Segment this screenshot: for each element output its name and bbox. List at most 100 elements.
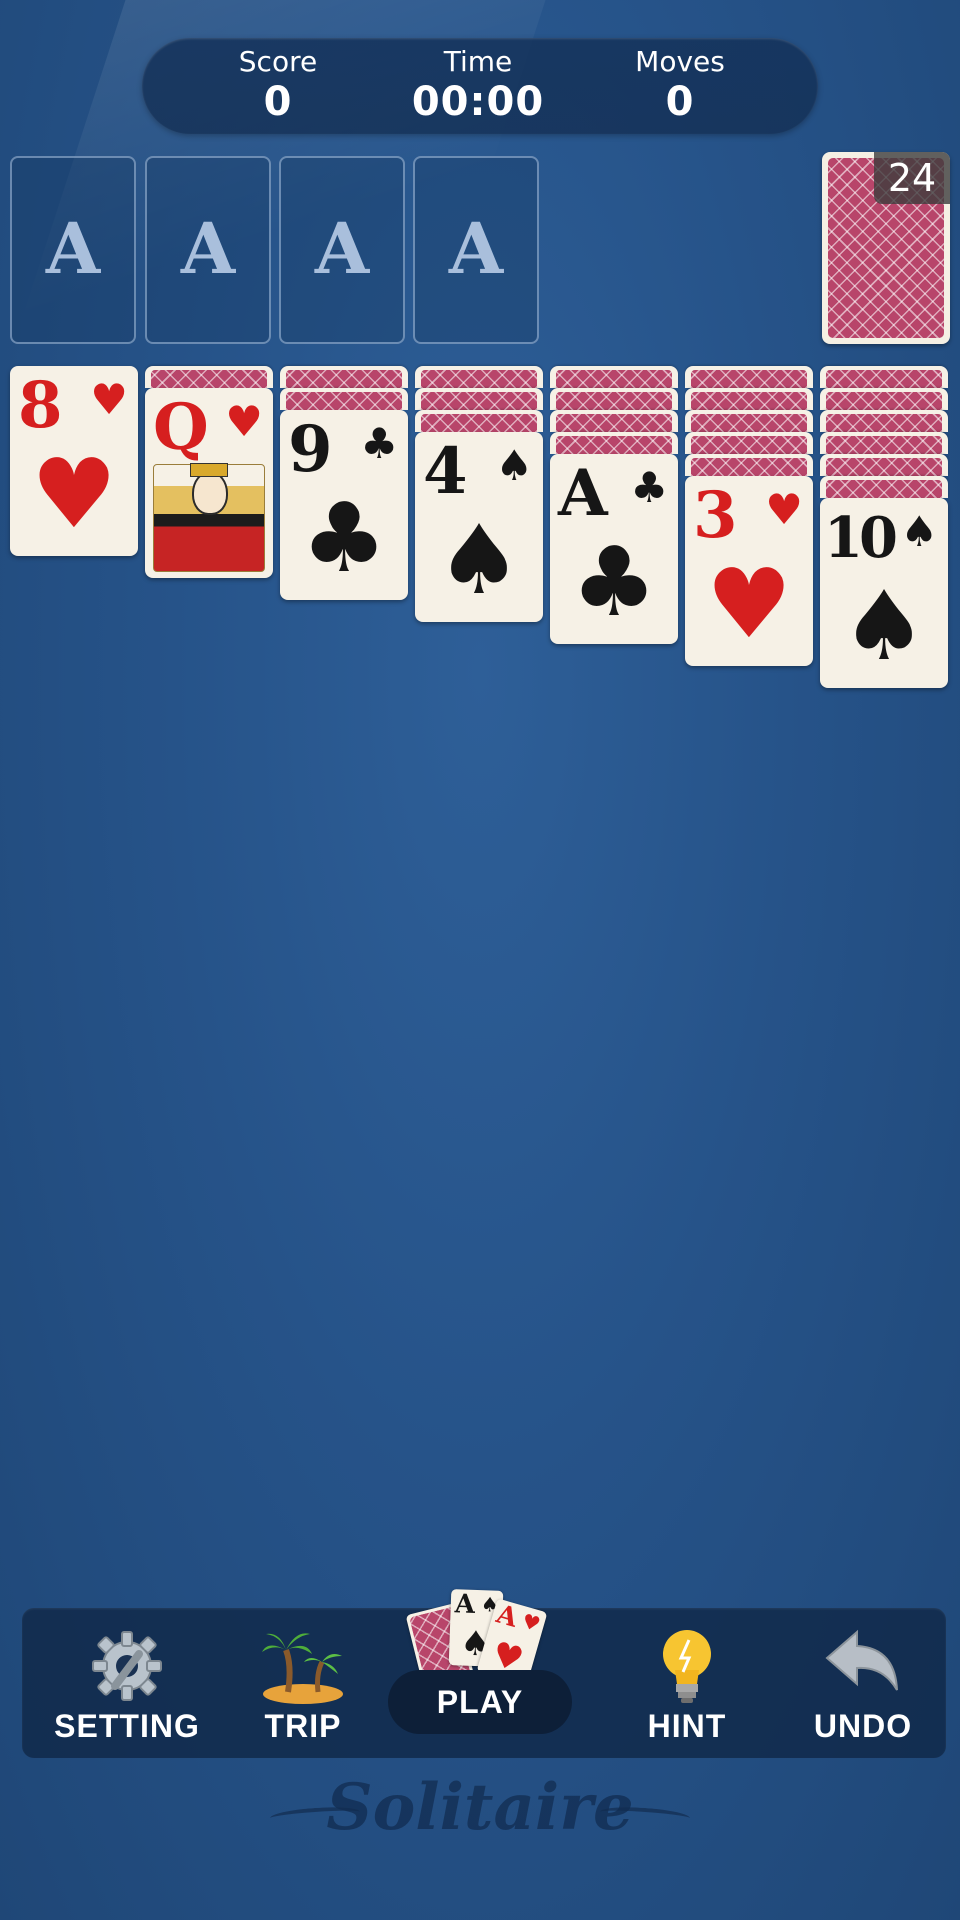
trip-button[interactable]: TRIP <box>208 1608 398 1758</box>
palm-tree-island-icon <box>258 1626 348 1710</box>
club-icon: ♣ <box>570 526 658 638</box>
tableau-card-7[interactable]: 10 ♠ ♠ <box>820 498 948 688</box>
card-back-pattern <box>826 392 942 410</box>
card-back-pattern <box>826 370 942 388</box>
card-back-pattern <box>421 370 537 388</box>
solitaire-logo: Solitaire <box>326 1770 634 1845</box>
play-button[interactable]: PLAY <box>388 1670 572 1734</box>
spade-icon: ♠ <box>495 441 533 490</box>
hint-button[interactable]: HINT <box>592 1608 782 1758</box>
facedown-card <box>550 388 678 410</box>
facedown-card <box>685 454 813 476</box>
stock-pile[interactable]: 24 <box>822 152 950 344</box>
foundation-pile-3[interactable]: A <box>279 156 405 344</box>
queen-portrait-icon <box>153 463 265 572</box>
moves-label: Moves <box>635 45 725 78</box>
card-back-pattern <box>691 436 807 454</box>
heart-icon: ♥ <box>225 397 263 446</box>
card-back-pattern <box>826 436 942 454</box>
facedown-card <box>820 454 948 476</box>
card-back-pattern <box>421 392 537 410</box>
foundation-ace-placeholder: A <box>180 207 236 290</box>
play-card-rank: A <box>493 1599 521 1634</box>
card-rank: A <box>558 456 608 531</box>
setting-button[interactable]: SETTING <box>32 1608 222 1758</box>
tableau-card-5[interactable]: A ♣ ♣ <box>550 454 678 644</box>
heart-icon: ♥ <box>90 375 128 424</box>
facedown-card <box>820 366 948 388</box>
undo-arrow-icon <box>823 1626 903 1700</box>
facedown-card <box>415 366 543 388</box>
heart-icon: ♥ <box>519 1608 544 1637</box>
foundation-pile-2[interactable]: A <box>145 156 271 344</box>
spade-icon: ♠ <box>900 507 938 556</box>
time-value: 00:00 <box>411 79 545 125</box>
undo-label: UNDO <box>813 1708 913 1744</box>
card-rank: Q <box>153 390 209 465</box>
score-label: Score <box>238 45 318 78</box>
crown-icon <box>190 463 228 477</box>
tableau-card-2[interactable]: Q ♥ <box>145 388 273 578</box>
card-back-pattern <box>421 414 537 432</box>
heart-icon: ♥ <box>705 548 793 660</box>
undo-button[interactable]: UNDO <box>768 1608 958 1758</box>
facedown-card <box>685 432 813 454</box>
heart-icon: ♥ <box>30 438 118 550</box>
stock-count-badge: 24 <box>874 152 950 204</box>
trip-label: TRIP <box>264 1708 342 1744</box>
card-back-pattern <box>826 480 942 498</box>
tableau-card-6[interactable]: 3 ♥ ♥ <box>685 476 813 666</box>
facedown-card <box>415 410 543 432</box>
card-back-pattern <box>556 414 672 432</box>
foundation-ace-placeholder: A <box>314 207 370 290</box>
card-back-pattern <box>151 370 267 388</box>
facedown-card <box>415 388 543 410</box>
facedown-card <box>145 366 273 388</box>
tableau-card-1[interactable]: 8 ♥ ♥ <box>10 366 138 556</box>
card-rank: 4 <box>423 434 468 509</box>
card-back-pattern <box>286 370 402 388</box>
card-back-pattern <box>826 458 942 476</box>
time-label: Time <box>443 45 513 78</box>
facedown-card <box>550 410 678 432</box>
facedown-card <box>820 410 948 432</box>
card-rank: 8 <box>18 368 63 443</box>
card-back-pattern <box>691 414 807 432</box>
foundation-pile-1[interactable]: A <box>10 156 136 344</box>
moves-value: 0 <box>665 79 695 125</box>
card-rank: 9 <box>288 412 333 487</box>
club-icon: ♣ <box>630 463 668 512</box>
lightbulb-icon <box>657 1626 717 1712</box>
score-value: 0 <box>263 79 293 125</box>
facedown-card <box>685 388 813 410</box>
gear-wrench-icon <box>87 1626 167 1710</box>
facedown-card <box>820 476 948 498</box>
card-rank: 10 <box>824 505 898 571</box>
card-back-pattern <box>691 370 807 388</box>
time-stat: Time 00:00 <box>388 44 568 124</box>
spade-icon: ♠ <box>840 570 928 682</box>
card-back-pattern <box>556 436 672 454</box>
foundation-ace-placeholder: A <box>448 207 504 290</box>
facedown-card <box>280 366 408 388</box>
club-icon: ♣ <box>360 419 398 468</box>
hint-label: HINT <box>647 1708 727 1744</box>
play-control: A ♠ ♠ A ♥ ♥ PLAY <box>388 1586 572 1734</box>
moves-stat: Moves 0 <box>590 44 770 124</box>
queen-face-icon <box>192 471 228 515</box>
club-icon: ♣ <box>300 482 388 594</box>
card-back-pattern <box>826 414 942 432</box>
facedown-card <box>280 388 408 410</box>
facedown-card <box>820 432 948 454</box>
foundation-pile-4[interactable]: A <box>413 156 539 344</box>
card-back-pattern <box>691 392 807 410</box>
card-back-pattern <box>556 370 672 388</box>
card-back-pattern <box>286 392 402 410</box>
play-card-rank: A <box>454 1589 476 1620</box>
heart-icon: ♥ <box>765 485 803 534</box>
card-rank: 3 <box>693 478 738 553</box>
facedown-card <box>550 366 678 388</box>
tableau-card-4[interactable]: 4 ♠ ♠ <box>415 432 543 622</box>
tableau-card-3[interactable]: 9 ♣ ♣ <box>280 410 408 600</box>
foundation-ace-placeholder: A <box>45 207 101 290</box>
